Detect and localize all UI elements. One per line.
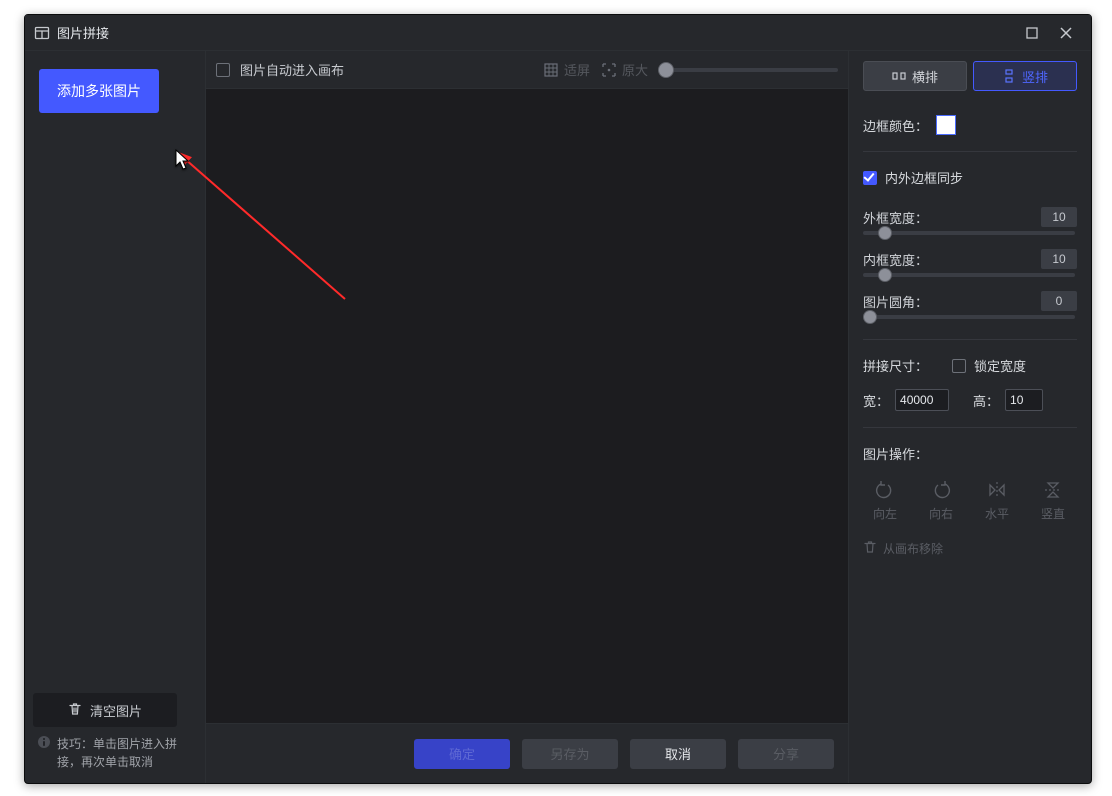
radius-label: 图片圆角： — [863, 292, 928, 311]
left-panel: 添加多张图片 清空图片 技巧：单击图片进入拼接，再次单击取消 — [25, 51, 205, 783]
canvas[interactable] — [206, 89, 848, 723]
auto-canvas-checkbox[interactable] — [216, 63, 230, 77]
height-label: 高： — [973, 391, 999, 410]
border-color-swatch[interactable] — [936, 115, 956, 135]
app-icon — [33, 24, 51, 42]
app-window: 图片拼接 添加多张图片 清空图片 — [24, 14, 1092, 784]
outer-width-slider[interactable] — [863, 231, 1075, 235]
inner-width-label: 内框宽度： — [863, 250, 928, 269]
right-panel: 横排 竖排 边框颜色： 内外边框同步 外框宽 — [849, 51, 1091, 783]
fit-screen-icon[interactable] — [542, 61, 560, 79]
share-button[interactable]: 分享 — [738, 739, 834, 769]
canvas-toolbar: 图片自动进入画布 适屏 原大 — [206, 51, 848, 89]
sync-borders-label: 内外边框同步 — [885, 168, 963, 187]
tip-row: 技巧：单击图片进入拼接，再次单击取消 — [33, 733, 197, 771]
zoom-slider[interactable] — [658, 68, 838, 72]
outer-width-value[interactable]: 10 — [1041, 207, 1077, 227]
flip-horizontal-button[interactable]: 水平 — [975, 479, 1019, 522]
rotate-left-button[interactable]: 向左 — [863, 479, 907, 522]
width-input[interactable] — [895, 389, 949, 411]
clear-images-button[interactable]: 清空图片 — [33, 693, 177, 727]
trash-icon — [68, 702, 82, 719]
actual-size-label: 原大 — [622, 60, 648, 79]
info-icon — [37, 735, 51, 749]
mode-vertical-button[interactable]: 竖排 — [973, 61, 1077, 91]
flip-vertical-icon — [1042, 479, 1064, 501]
fit-screen-label: 适屏 — [564, 60, 590, 79]
sync-borders-checkbox[interactable] — [863, 171, 877, 185]
mode-vertical-icon — [1002, 69, 1016, 83]
mode-horizontal-button[interactable]: 横排 — [863, 61, 967, 91]
add-images-label: 添加多张图片 — [57, 81, 141, 101]
lock-width-checkbox[interactable] — [952, 359, 966, 373]
center-area: 图片自动进入画布 适屏 原大 — [205, 51, 849, 783]
radius-slider[interactable] — [863, 315, 1075, 319]
confirm-button[interactable]: 确定 — [414, 739, 510, 769]
flip-vertical-button[interactable]: 竖直 — [1031, 479, 1075, 522]
border-color-label: 边框颜色： — [863, 116, 928, 135]
rotate-right-icon — [930, 479, 952, 501]
cancel-button[interactable]: 取消 — [630, 739, 726, 769]
window-title: 图片拼接 — [57, 23, 109, 42]
close-button[interactable] — [1049, 15, 1083, 51]
remove-label: 从画布移除 — [883, 540, 943, 557]
rotate-left-icon — [874, 479, 896, 501]
outer-width-label: 外框宽度： — [863, 208, 928, 227]
footer: 确定 另存为 取消 分享 — [206, 723, 848, 783]
remove-icon — [863, 540, 877, 557]
inner-width-slider[interactable] — [863, 273, 1075, 277]
add-images-button[interactable]: 添加多张图片 — [39, 69, 159, 113]
remove-from-canvas-button[interactable]: 从画布移除 — [863, 540, 1077, 557]
zoom-knob[interactable] — [658, 62, 674, 78]
clear-images-label: 清空图片 — [90, 701, 142, 720]
tip-text: 技巧：单击图片进入拼接，再次单击取消 — [57, 735, 195, 771]
rotate-right-button[interactable]: 向右 — [919, 479, 963, 522]
inner-width-value[interactable]: 10 — [1041, 249, 1077, 269]
save-as-button[interactable]: 另存为 — [522, 739, 618, 769]
actual-size-icon[interactable] — [600, 61, 618, 79]
radius-value[interactable]: 0 — [1041, 291, 1077, 311]
lock-width-label: 锁定宽度 — [974, 356, 1026, 375]
maximize-button[interactable] — [1015, 15, 1049, 51]
mode-horizontal-icon — [892, 69, 906, 83]
width-label: 宽： — [863, 391, 889, 410]
titlebar: 图片拼接 — [25, 15, 1091, 51]
auto-canvas-label: 图片自动进入画布 — [240, 60, 344, 79]
height-input[interactable] — [1005, 389, 1043, 411]
size-label: 拼接尺寸： — [863, 356, 928, 375]
image-ops-label: 图片操作： — [863, 444, 928, 463]
flip-horizontal-icon — [986, 479, 1008, 501]
